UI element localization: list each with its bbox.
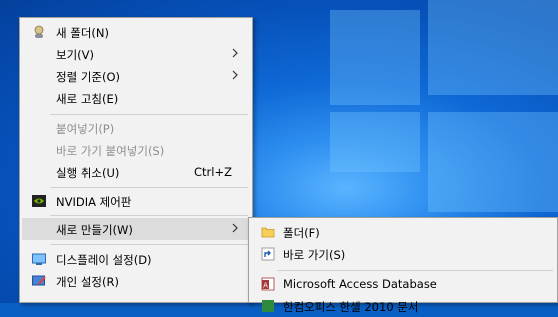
menu-item-new[interactable]: 새로 만들기(W) <box>22 218 250 240</box>
menu-item-label: 보기(V) <box>56 48 94 62</box>
menu-item-label: NVIDIA 제어판 <box>56 195 132 209</box>
menu-item-nvidia-control-panel[interactable]: NVIDIA 제어판 <box>22 190 250 212</box>
hancell-icon <box>261 299 275 313</box>
submenu-item-hancell-document[interactable]: 한컴오피스 한셀 2010 문서 <box>251 295 555 317</box>
svg-text:A: A <box>263 282 268 290</box>
menu-item-refresh[interactable]: 새로 고침(E) <box>22 87 250 109</box>
shortcut-icon <box>261 247 275 261</box>
menu-separator <box>277 270 553 271</box>
menu-item-new-folder[interactable]: 새 폴더(N) <box>22 21 250 43</box>
window-logo-pane <box>428 0 558 95</box>
menu-item-paste-shortcut[interactable]: 바로 가기 붙여넣기(S) <box>22 139 250 161</box>
submenu-item-label: 한컴오피스 한셀 2010 문서 <box>283 300 419 314</box>
nvidia-icon <box>32 194 46 208</box>
submenu-item-folder[interactable]: 폴더(F) <box>251 221 555 243</box>
personalize-icon <box>32 274 46 288</box>
menu-item-label: 새로 고침(E) <box>56 92 119 106</box>
menu-separator <box>50 244 248 245</box>
menu-item-label: 디스플레이 설정(D) <box>56 253 152 267</box>
menu-separator <box>50 114 248 115</box>
submenu-item-label: 폴더(F) <box>283 226 320 240</box>
chevron-right-icon <box>230 68 240 82</box>
menu-item-label: 바로 가기 붙여넣기(S) <box>56 144 165 158</box>
menu-item-label: 새로 만들기(W) <box>56 223 133 237</box>
menu-item-personalize[interactable]: 개인 설정(R) <box>22 270 250 292</box>
menu-item-sort-by[interactable]: 정렬 기준(O) <box>22 65 250 87</box>
menu-separator <box>50 187 248 188</box>
menu-item-label: 개인 설정(R) <box>56 275 119 289</box>
menu-item-label: 새 폴더(N) <box>56 26 109 40</box>
window-logo-pane <box>428 112 558 212</box>
shortcut-label: Ctrl+Z <box>194 165 232 179</box>
menu-item-view[interactable]: 보기(V) <box>22 43 250 65</box>
window-logo-pane <box>330 112 420 172</box>
new-submenu: 폴더(F) 바로 가기(S) A Microsoft Access Databa… <box>248 217 558 314</box>
menu-item-label: 정렬 기준(O) <box>56 70 120 84</box>
submenu-item-label: Microsoft Access Database <box>283 277 437 291</box>
menu-item-paste[interactable]: 붙여넣기(P) <box>22 117 250 139</box>
submenu-item-label: 바로 가기(S) <box>283 248 346 262</box>
menu-item-label: 실행 취소(U) <box>56 166 120 180</box>
folder-icon <box>261 225 275 239</box>
menu-item-label: 붙여넣기(P) <box>56 122 115 136</box>
submenu-item-access-database[interactable]: A Microsoft Access Database <box>251 273 555 295</box>
menu-item-display-settings[interactable]: 디스플레이 설정(D) <box>22 248 250 270</box>
menu-separator <box>50 215 248 216</box>
user-icon <box>32 25 46 39</box>
access-icon: A <box>261 277 275 291</box>
chevron-right-icon <box>230 221 240 235</box>
menu-item-undo[interactable]: 실행 취소(U) Ctrl+Z <box>22 161 250 183</box>
window-logo-pane <box>330 10 420 105</box>
monitor-icon <box>32 252 46 266</box>
chevron-right-icon <box>230 46 240 60</box>
desktop-context-menu: 새 폴더(N) 보기(V) 정렬 기준(O) 새로 고침(E) 붙여넣기(P) … <box>19 17 253 303</box>
submenu-item-shortcut[interactable]: 바로 가기(S) <box>251 243 555 265</box>
